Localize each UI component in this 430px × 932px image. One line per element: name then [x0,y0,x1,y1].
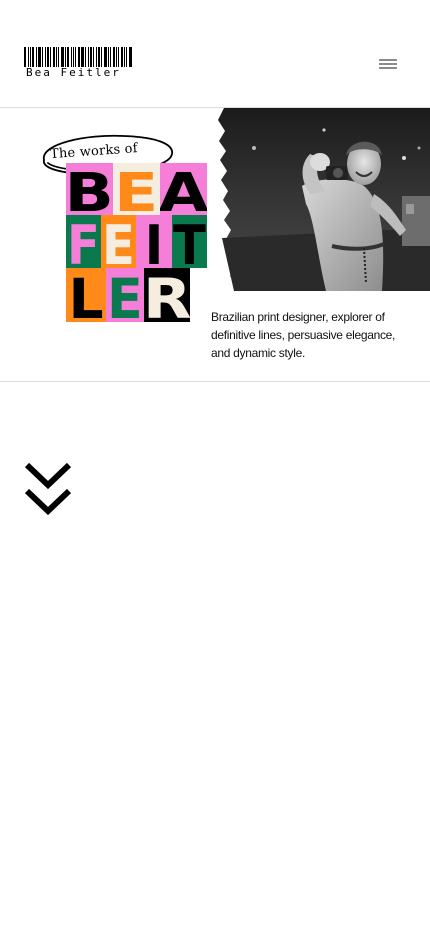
scroll-down-button[interactable] [24,461,72,519]
letter-tile: A [160,163,207,215]
letter-glyph: F [67,215,100,268]
logo[interactable]: Bea Feitler [24,47,134,79]
letter-glyph: E [114,163,159,215]
letter-tile: E [113,163,160,215]
letter-glyph: E [102,215,135,268]
letter-tile: I [136,215,172,268]
letter-tile: R [144,268,190,322]
letter-tile: T [172,215,207,268]
letter-tile: B [66,163,113,215]
letter-glyph: L [68,268,104,322]
portrait-image [218,108,430,291]
barcode-logo-icon [24,47,134,67]
letter-tile: F [66,215,101,268]
letter-glyph: T [173,215,206,268]
letter-glyph: R [144,268,190,322]
letter-glyph: I [144,215,164,268]
double-chevron-down-icon [24,462,72,516]
site-header: Bea Feitler [0,0,430,108]
letter-glyph: A [160,163,207,215]
letter-glyph: E [107,268,143,322]
hamburger-icon [379,59,397,61]
letter-tile: E [101,215,136,268]
logo-text: Bea Feitler [26,66,121,79]
portrait-photo [214,108,430,291]
letter-glyph: B [66,163,113,215]
hero-section: The works of BEAFEITLER Brazilian print … [0,108,430,516]
letter-tile: E [106,268,144,322]
intro-description: Brazilian print designer, explorer of de… [211,310,396,360]
menu-button[interactable] [374,54,402,74]
name-letter-grid: BEAFEITLER [66,163,207,322]
letter-tile: L [66,268,106,322]
